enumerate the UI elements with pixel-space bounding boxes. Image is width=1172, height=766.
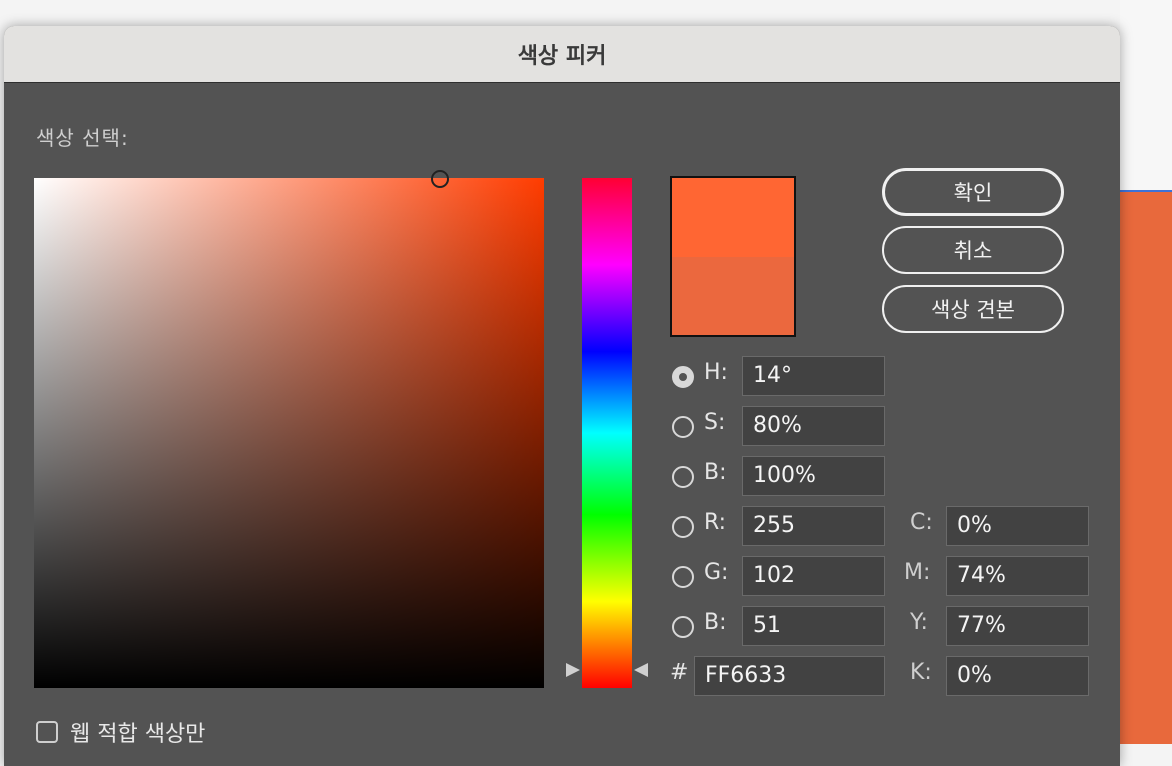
hue-slider-left-handle-icon[interactable] (566, 663, 580, 677)
magenta-label: M: (904, 560, 931, 585)
blue-label: B: (704, 610, 727, 635)
red-input[interactable]: 255 (742, 506, 885, 546)
color-field-marker[interactable] (431, 170, 449, 188)
saturation-radio[interactable] (672, 416, 694, 438)
green-label: G: (704, 560, 729, 585)
color-swatches-button[interactable]: 색상 견본 (882, 285, 1064, 333)
blue-radio[interactable] (672, 616, 694, 638)
brightness-label: B: (704, 460, 727, 485)
select-color-label: 색상 선택: (36, 126, 129, 150)
new-color-swatch (672, 178, 794, 257)
original-color-swatch[interactable] (672, 257, 794, 335)
brightness-input[interactable]: 100% (742, 456, 885, 496)
green-radio[interactable] (672, 566, 694, 588)
hue-input[interactable]: 14° (742, 356, 885, 396)
color-field[interactable] (34, 178, 544, 688)
brightness-radio[interactable] (672, 466, 694, 488)
color-picker-dialog: 색상 피커 색상 선택: 확인 취소 색상 견본 H: 14° S: 80% B… (4, 26, 1120, 766)
color-preview (670, 176, 796, 337)
red-label: R: (704, 510, 727, 535)
hex-label: # (670, 660, 689, 685)
ok-button[interactable]: 확인 (882, 168, 1064, 216)
black-label: K: (910, 660, 932, 685)
hue-slider[interactable] (582, 178, 632, 688)
magenta-input[interactable]: 74% (946, 556, 1089, 596)
dialog-titlebar[interactable]: 색상 피커 (4, 26, 1120, 83)
hex-input[interactable]: FF6633 (694, 656, 885, 696)
hue-label: H: (704, 360, 728, 385)
saturation-label: S: (704, 410, 726, 435)
dialog-title: 색상 피커 (517, 44, 607, 69)
black-input[interactable]: 0% (946, 656, 1089, 696)
background-window (1120, 0, 1172, 190)
yellow-label: Y: (910, 610, 928, 635)
hue-slider-right-handle-icon[interactable] (634, 663, 648, 677)
cyan-label: C: (910, 510, 933, 535)
web-only-checkbox[interactable] (36, 721, 58, 743)
yellow-input[interactable]: 77% (946, 606, 1089, 646)
cyan-input[interactable]: 0% (946, 506, 1089, 546)
blue-input[interactable]: 51 (742, 606, 885, 646)
web-only-label: 웹 적합 색상만 (70, 722, 206, 747)
cancel-button[interactable]: 취소 (882, 226, 1064, 274)
green-input[interactable]: 102 (742, 556, 885, 596)
saturation-input[interactable]: 80% (742, 406, 885, 446)
hue-radio[interactable] (672, 366, 694, 388)
red-radio[interactable] (672, 516, 694, 538)
